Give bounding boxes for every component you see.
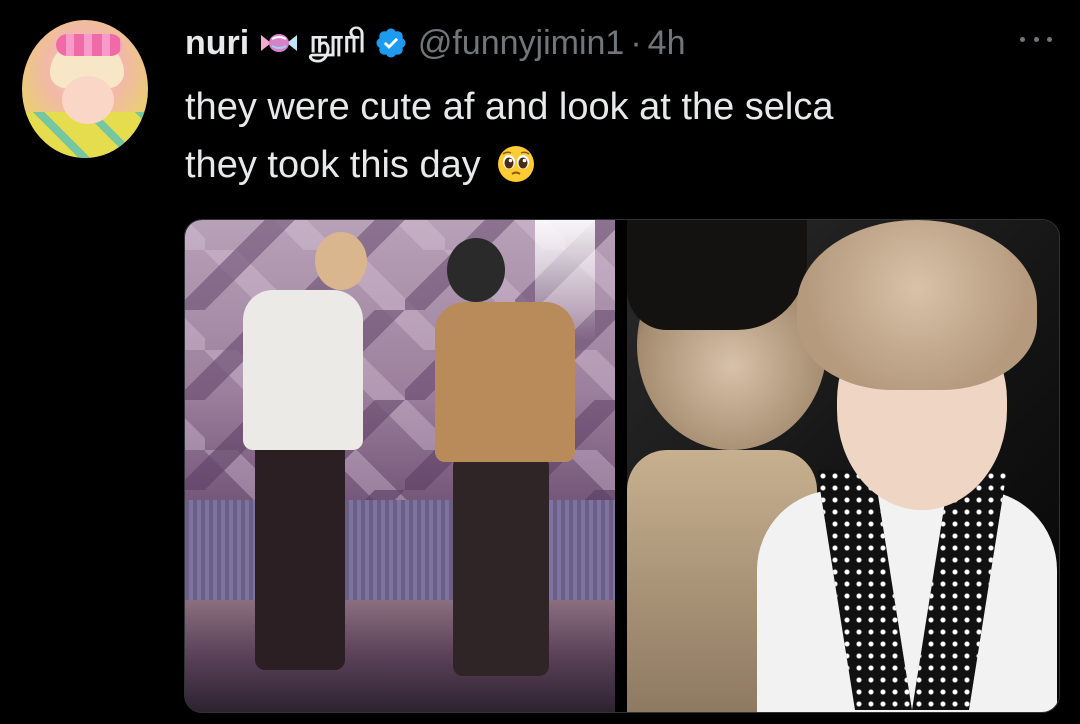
tweet-text-line-2-text: they took this day	[185, 144, 481, 186]
tweet[interactable]: nuri நூரி @funnyjimin1 · 4h they were cu…	[0, 0, 1080, 724]
separator-dot: ·	[630, 23, 642, 62]
timestamp[interactable]: 4h	[648, 24, 686, 63]
selfie-person-2-hair	[797, 220, 1037, 390]
verified-badge-icon	[374, 26, 408, 60]
tweet-text-line-2: they took this day	[185, 136, 1045, 194]
tweet-text-line-1: they were cute af and look at the selca	[185, 86, 834, 128]
media-divider	[615, 220, 627, 712]
media-photo-stage[interactable]	[185, 220, 615, 712]
performer-1-legs	[255, 440, 345, 670]
performer-2-legs	[453, 456, 549, 676]
media-photo-selfie[interactable]	[627, 220, 1059, 712]
stage-speakers	[185, 500, 615, 600]
pleading-face-icon	[497, 142, 535, 182]
avatar-flower-crown	[56, 34, 122, 56]
tweet-header: nuri நூரி @funnyjimin1 · 4h	[185, 20, 686, 66]
media-grid	[184, 219, 1060, 713]
more-options-icon[interactable]	[1020, 32, 1052, 46]
performer-2-jacket	[435, 302, 575, 462]
secondary-name[interactable]: நூரி	[309, 22, 366, 64]
performer-1-jacket	[243, 290, 363, 450]
performer-2-head	[447, 238, 505, 302]
selfie-person-1-hair	[627, 220, 807, 330]
avatar-face	[62, 76, 114, 124]
user-handle[interactable]: @funnyjimin1	[418, 24, 625, 63]
display-name[interactable]: nuri	[185, 24, 249, 63]
candy-icon	[259, 29, 299, 57]
stage-floor	[185, 600, 615, 712]
tweet-text: they were cute af and look at the selca …	[185, 78, 1045, 194]
avatar[interactable]	[22, 20, 148, 158]
performer-1-head	[315, 232, 367, 290]
